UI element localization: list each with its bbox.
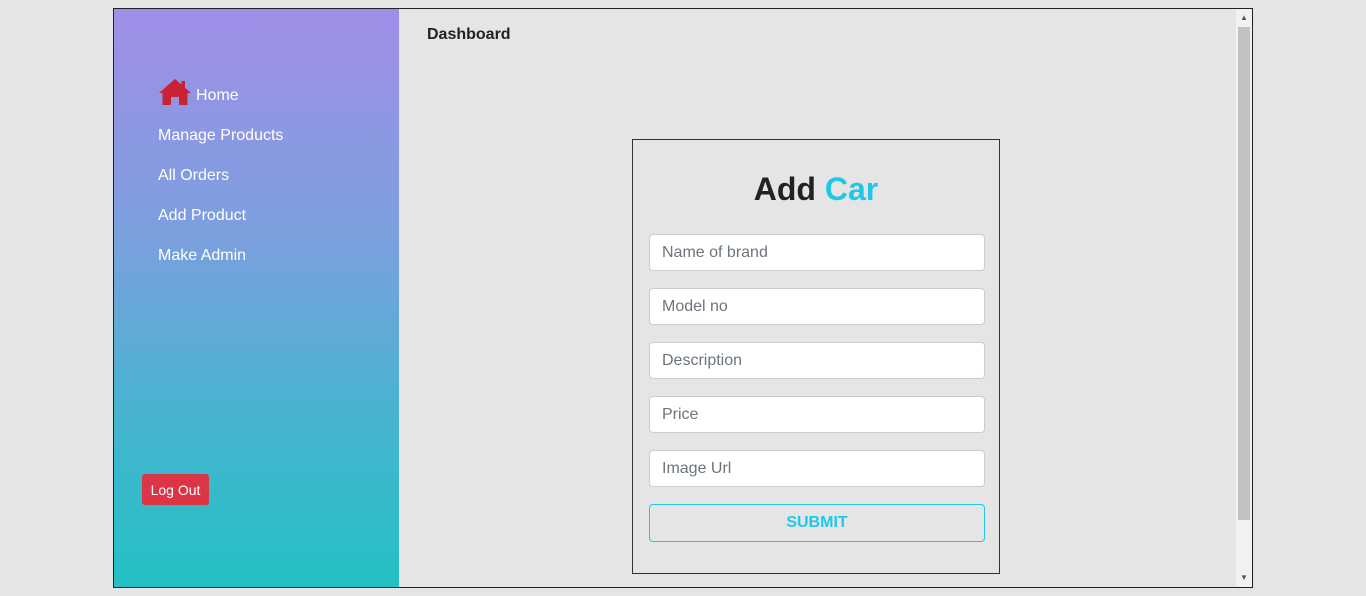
logout-button[interactable]: Log Out	[142, 474, 209, 505]
scroll-down-arrow-icon[interactable]: ▼	[1236, 571, 1252, 585]
form-title-accent: Car	[824, 171, 879, 207]
home-icon	[158, 78, 192, 106]
main-content: Dashboard Add Car SUBMIT	[399, 9, 1236, 587]
scrollbar-thumb[interactable]	[1238, 27, 1250, 520]
form-title-main: Add	[753, 171, 816, 207]
app-window: Home Manage Products All Orders Add Prod…	[113, 8, 1253, 588]
brand-name-input[interactable]	[649, 234, 985, 271]
scroll-up-arrow-icon[interactable]: ▲	[1236, 11, 1252, 25]
model-no-input[interactable]	[649, 288, 985, 325]
sidebar-item-manage-products[interactable]: Manage Products	[158, 106, 283, 146]
add-car-form: Add Car SUBMIT	[632, 139, 1000, 574]
page-title: Dashboard	[427, 26, 511, 43]
submit-button[interactable]: SUBMIT	[649, 504, 985, 542]
price-input[interactable]	[649, 396, 985, 433]
image-url-input[interactable]	[649, 450, 985, 487]
sidebar-item-label: Add Product	[158, 207, 247, 224]
sidebar-item-label: Make Admin	[158, 247, 247, 264]
sidebar-item-all-orders[interactable]: All Orders	[158, 146, 283, 186]
sidebar-item-make-admin[interactable]: Make Admin	[158, 226, 283, 266]
description-input[interactable]	[649, 342, 985, 379]
sidebar-item-add-product[interactable]: Add Product	[158, 186, 283, 226]
sidebar-nav: Home Manage Products All Orders Add Prod…	[158, 66, 283, 266]
form-title: Add Car	[633, 171, 999, 208]
sidebar-item-label: All Orders	[158, 167, 230, 184]
sidebar: Home Manage Products All Orders Add Prod…	[114, 9, 399, 587]
sidebar-item-label: Home	[196, 87, 239, 104]
sidebar-item-home[interactable]: Home	[158, 66, 283, 106]
vertical-scrollbar[interactable]: ▲ ▼	[1236, 9, 1252, 587]
sidebar-item-label: Manage Products	[158, 127, 284, 144]
